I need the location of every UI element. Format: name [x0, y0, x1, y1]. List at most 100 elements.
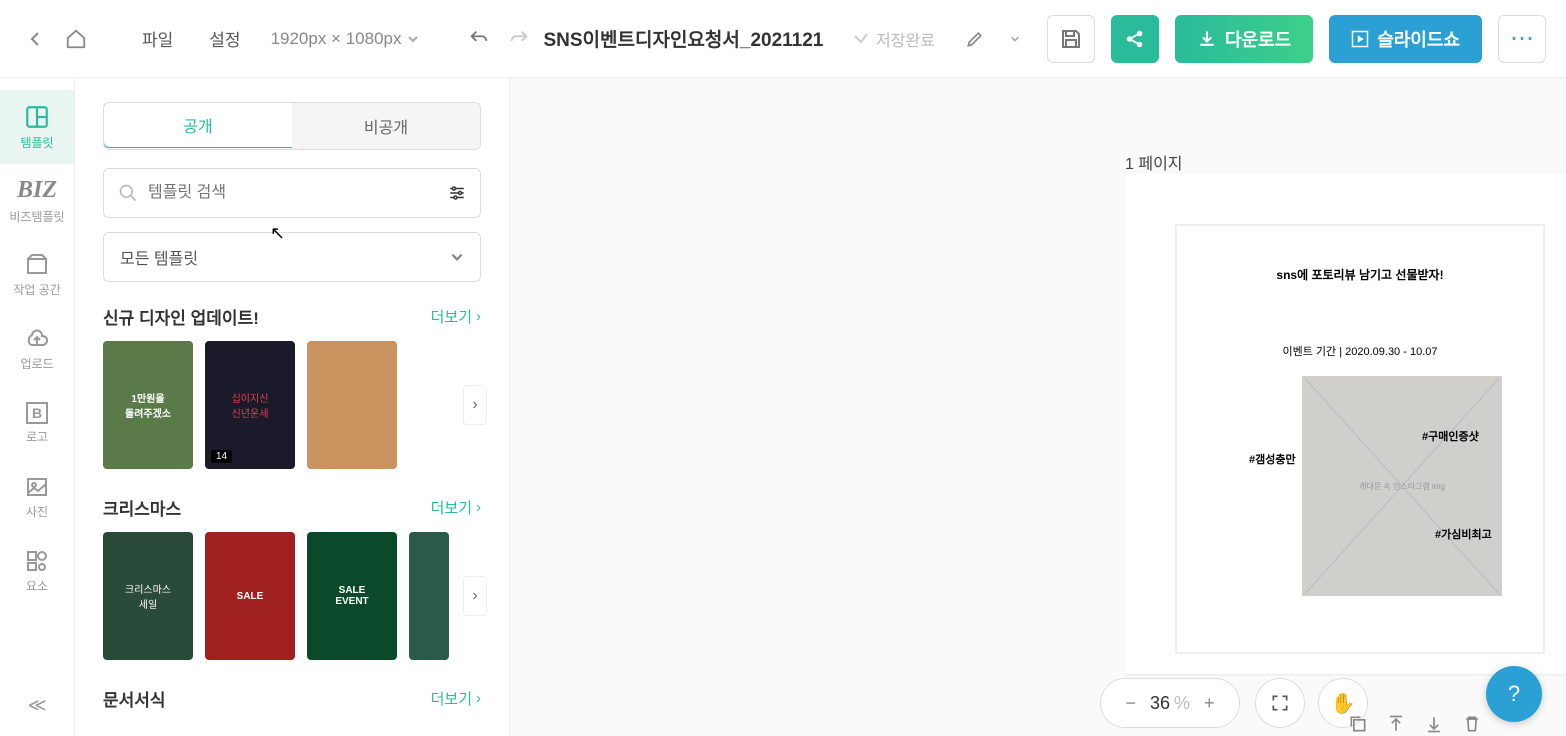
sidebar-item-biz-templates[interactable]: BIZ 비즈템플릿 — [0, 164, 74, 238]
template-thumb[interactable] — [409, 532, 449, 660]
upload-icon — [25, 327, 49, 351]
redo-button[interactable] — [503, 23, 535, 55]
download-label: 다운로드 — [1225, 26, 1291, 52]
duplicate-icon[interactable] — [1348, 714, 1368, 734]
chevron-right-icon: › — [476, 499, 481, 516]
zoom-out-button[interactable]: − — [1125, 693, 1136, 714]
dimensions-text: 1920px × 1080px — [271, 29, 402, 49]
edit-button[interactable] — [959, 23, 991, 55]
fullscreen-button[interactable] — [1255, 678, 1305, 728]
sidebar-label: 사진 — [26, 503, 48, 520]
chevron-down-icon — [407, 33, 419, 45]
template-thumb[interactable]: 십이지신 신년운세14 — [205, 341, 295, 469]
design-frame: sns에 포토리뷰 남기고 선물받자! 이벤트 기간 | 2020.09.30 … — [1175, 224, 1545, 654]
template-thumbnails: 크리스마스 세일 SALE SALE EVENT › — [103, 532, 481, 660]
sidebar-label: 로고 — [26, 428, 48, 445]
zoom-in-button[interactable]: + — [1204, 693, 1215, 714]
template-icon — [24, 104, 50, 130]
document-title-input[interactable] — [543, 28, 823, 50]
page-tools — [1348, 714, 1482, 734]
section-header: 문서서식 더보기 › — [103, 686, 481, 711]
template-thumb[interactable]: 크리스마스 세일 — [103, 532, 193, 660]
photo-icon — [25, 475, 49, 499]
help-button[interactable]: ? — [1486, 666, 1542, 722]
zoom-value: 36 — [1150, 693, 1170, 714]
doc-title: sns에 포토리뷰 남기고 선물받자! — [1177, 266, 1543, 283]
check-icon — [852, 30, 870, 48]
more-link[interactable]: 더보기 › — [431, 306, 481, 327]
sidebar-item-photo[interactable]: 사진 — [0, 460, 74, 534]
next-arrow-button[interactable]: › — [463, 385, 487, 425]
page-label: 1 페이지 — [1125, 150, 1183, 174]
next-arrow-button[interactable]: › — [463, 576, 487, 616]
image-placeholder: 캐대문 속 인스타그램 img — [1302, 376, 1502, 596]
template-thumb[interactable]: 1만원을 돌려주겠소 — [103, 341, 193, 469]
download-icon — [1197, 29, 1217, 49]
delete-icon[interactable] — [1462, 714, 1482, 734]
visibility-tabs: 공개 비공개 — [103, 102, 481, 150]
edit-dropdown[interactable] — [999, 23, 1031, 55]
sidebar-item-elements[interactable]: 요소 — [0, 534, 74, 608]
chevron-right-icon: › — [476, 308, 481, 325]
template-thumbnails: 1만원을 돌려주겠소 십이지신 신년운세14 › — [103, 341, 481, 469]
dropdown-value: 모든 템플릿 — [120, 245, 198, 269]
top-toolbar: 파일 설정 1920px × 1080px 저장완료 다운로드 슬라이드쇼 ⋯ — [0, 0, 1566, 78]
tab-private[interactable]: 비공개 — [292, 103, 480, 149]
home-button[interactable] — [60, 23, 92, 55]
move-up-icon[interactable] — [1386, 714, 1406, 734]
doc-period: 이벤트 기간 | 2020.09.30 - 10.07 — [1177, 343, 1543, 359]
play-icon — [1351, 30, 1369, 48]
workspace-icon — [25, 253, 49, 277]
zoom-control: − 36 % + — [1100, 678, 1240, 728]
section-header: 크리스마스 더보기 › — [103, 495, 481, 520]
templates-panel: 공개 비공개 ↖ 모든 템플릿 신규 디자인 업데이트! 더보기 › 1만원을 … — [75, 78, 510, 736]
more-link[interactable]: 더보기 › — [431, 688, 481, 709]
undo-button[interactable] — [463, 23, 495, 55]
template-thumb[interactable]: SALE EVENT — [307, 532, 397, 660]
settings-menu[interactable]: 설정 — [195, 26, 254, 51]
chevron-right-icon: › — [476, 690, 481, 707]
section-title: 신규 디자인 업데이트! — [103, 304, 259, 329]
thumb-badge: 14 — [211, 450, 232, 463]
elements-icon — [25, 549, 49, 573]
sidebar-label: 업로드 — [20, 355, 53, 372]
template-thumb[interactable] — [307, 341, 397, 469]
collapse-sidebar-button[interactable]: ≪ — [28, 695, 47, 716]
logo-icon: B — [26, 402, 48, 424]
canvas-dimensions[interactable]: 1920px × 1080px — [263, 29, 428, 49]
move-down-icon[interactable] — [1424, 714, 1444, 734]
hashtag-text: #가심비최고 — [1435, 526, 1492, 542]
save-status: 저장완료 — [852, 27, 935, 51]
file-menu[interactable]: 파일 — [128, 26, 187, 51]
hashtag-text: #구매인증샷 — [1422, 428, 1479, 444]
filter-icon[interactable] — [448, 184, 466, 202]
sidebar-item-upload[interactable]: 업로드 — [0, 312, 74, 386]
search-icon — [118, 183, 138, 203]
sidebar-label: 템플릿 — [20, 134, 53, 151]
template-thumb[interactable]: SALE — [205, 532, 295, 660]
template-category-dropdown[interactable]: 모든 템플릿 — [103, 232, 481, 282]
section-header: 신규 디자인 업데이트! 더보기 › — [103, 304, 481, 329]
back-button[interactable] — [20, 23, 52, 55]
sidebar-item-workspace[interactable]: 작업 공간 — [0, 238, 74, 312]
canvas-area: 1 페이지 sns에 포토리뷰 남기고 선물받자! 이벤트 기간 | 2020.… — [510, 78, 1566, 736]
canvas-page[interactable]: sns에 포토리뷰 남기고 선물받자! 이벤트 기간 | 2020.09.30 … — [1125, 174, 1566, 674]
slideshow-button[interactable]: 슬라이드쇼 — [1329, 15, 1482, 63]
more-link[interactable]: 더보기 › — [431, 497, 481, 518]
chevron-down-icon — [450, 250, 464, 264]
save-icon-button[interactable] — [1047, 15, 1095, 63]
template-search — [103, 168, 481, 218]
left-sidebar: 템플릿 BIZ 비즈템플릿 작업 공간 업로드 B 로고 사진 요소 ≪ — [0, 78, 75, 736]
tab-public[interactable]: 공개 — [103, 102, 293, 148]
sidebar-item-templates[interactable]: 템플릿 — [0, 90, 74, 164]
more-menu-button[interactable]: ⋯ — [1498, 15, 1546, 63]
share-button[interactable] — [1111, 15, 1159, 63]
slideshow-label: 슬라이드쇼 — [1377, 26, 1460, 52]
sidebar-item-logo[interactable]: B 로고 — [0, 386, 74, 460]
sidebar-label: 비즈템플릿 — [9, 208, 64, 225]
download-button[interactable]: 다운로드 — [1175, 15, 1313, 63]
zoom-unit: % — [1174, 693, 1190, 714]
search-input[interactable] — [148, 184, 438, 202]
sidebar-label: 요소 — [26, 577, 48, 594]
save-status-text: 저장완료 — [876, 27, 935, 51]
